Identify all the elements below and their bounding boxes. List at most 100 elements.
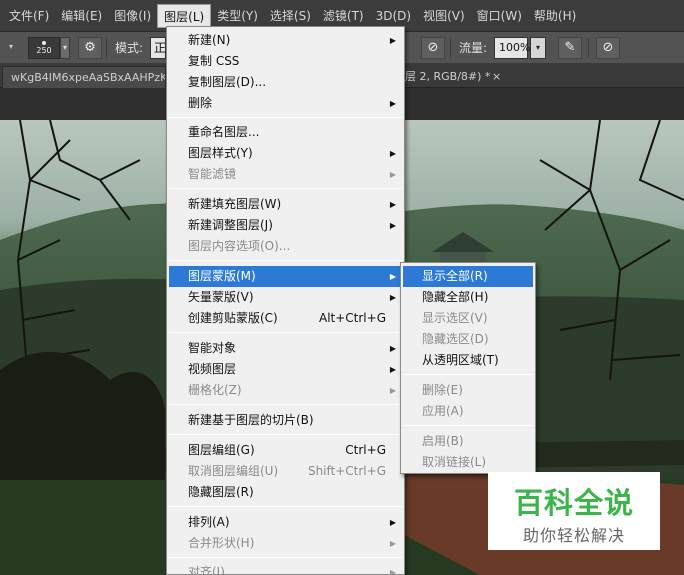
- menu-3d[interactable]: 3D(D): [370, 4, 417, 28]
- menu-separator: [403, 374, 533, 375]
- airbrush-icon[interactable]: ⊘: [421, 37, 445, 59]
- submenu-arrow-icon: ▶: [389, 200, 396, 209]
- menu-view[interactable]: 视图(V): [417, 4, 471, 28]
- tablet-pressure-icon[interactable]: ⊘: [596, 37, 620, 59]
- submenu-arrow-icon: ▶: [389, 149, 396, 158]
- submenu-arrow-icon: ▶: [389, 539, 396, 548]
- menu-item-label: 删除(E): [422, 383, 463, 397]
- menu-help[interactable]: 帮助(H): [528, 4, 582, 28]
- menu-item-label: 合并形状(H): [188, 536, 255, 550]
- menu-item-label: 智能对象: [188, 341, 237, 355]
- menu-item-label: 创建剪贴蒙版(C): [188, 311, 278, 325]
- brush-tip-icon: [42, 41, 46, 45]
- menu-item-delete[interactable]: 删除 ▶: [169, 93, 402, 114]
- menu-item-layer-style[interactable]: 图层样式(Y) ▶: [169, 143, 402, 164]
- menu-item-video-layer[interactable]: 视频图层 ▶: [169, 359, 402, 380]
- menu-separator: [169, 188, 402, 189]
- airbrush-mode-icon[interactable]: ✎: [558, 37, 582, 59]
- submenu-arrow-icon: ▶: [389, 36, 396, 45]
- menu-item-label: 显示选区(V): [422, 311, 488, 325]
- menu-item-label: 新建填充图层(W): [188, 197, 282, 211]
- menu-item-label: 图层样式(Y): [188, 146, 253, 160]
- menu-item-combine-shapes: 合并形状(H) ▶: [169, 533, 402, 554]
- menu-item-label: 新建基于图层的切片(B): [188, 413, 314, 427]
- mode-select[interactable]: 正: [150, 37, 166, 59]
- menu-item-align: 对齐(I) ▶: [169, 562, 402, 575]
- menu-item-label: 对齐(I): [188, 565, 225, 575]
- menu-item-from-transparency[interactable]: 从透明区域(T): [403, 350, 533, 371]
- watermark-logo: 百科全说 助你轻松解决: [488, 472, 660, 550]
- menu-item-rasterize: 栅格化(Z) ▶: [169, 380, 402, 401]
- menu-item-rename-layer[interactable]: 重命名图层...: [169, 122, 402, 143]
- options-separator: [106, 38, 107, 58]
- menu-item-label: 应用(A): [422, 404, 464, 418]
- menu-item-label: 图层蒙版(M): [188, 269, 256, 283]
- menu-select[interactable]: 选择(S): [264, 4, 317, 28]
- tool-preset-arrow[interactable]: ▾: [6, 37, 16, 59]
- menu-item-create-clipping-mask[interactable]: 创建剪贴蒙版(C) Alt+Ctrl+G: [169, 308, 402, 329]
- menu-item-shortcut: Shift+Ctrl+G: [307, 464, 386, 478]
- menu-item-unlink-mask: 取消链接(L): [403, 452, 533, 473]
- menu-file[interactable]: 文件(F): [3, 4, 55, 28]
- menu-item-shortcut: Ctrl+G: [345, 443, 386, 457]
- menu-item-label: 视频图层: [188, 362, 237, 376]
- menu-separator: [169, 117, 402, 118]
- menu-item-label: 复制图层(D)...: [188, 75, 267, 89]
- watermark-title: 百科全说: [513, 486, 634, 520]
- submenu-arrow-icon: ▶: [389, 386, 396, 395]
- menu-item-apply-mask: 应用(A): [403, 401, 533, 422]
- mode-label: 模式:: [115, 41, 144, 55]
- flow-input[interactable]: 100%: [494, 37, 530, 59]
- menu-item-layer-content-options: 图层内容选项(O)...: [169, 236, 402, 257]
- document-tab-2-title[interactable]: 层 2, RGB/8#) *: [405, 66, 490, 88]
- submenu-arrow-icon: ▶: [389, 221, 396, 230]
- menu-separator: [169, 557, 402, 558]
- close-tab-icon[interactable]: ×: [492, 66, 501, 88]
- menu-item-label: 隐藏选区(D): [422, 332, 489, 346]
- menu-item-label: 取消图层编组(U): [188, 464, 279, 478]
- menu-image[interactable]: 图像(I): [108, 4, 157, 28]
- submenu-arrow-icon: ▶: [389, 344, 396, 353]
- menu-item-smart-filter: 智能滤镜 ▶: [169, 164, 402, 185]
- options-separator: [450, 38, 451, 58]
- submenu-arrow-icon: ▶: [389, 518, 396, 527]
- menu-item-label: 重命名图层...: [188, 125, 260, 139]
- menu-item-shortcut: Alt+Ctrl+G: [318, 311, 386, 325]
- menu-item-label: 排列(A): [188, 515, 230, 529]
- menu-item-reveal-all[interactable]: 显示全部(R): [403, 266, 533, 287]
- brush-size-preview[interactable]: 250: [28, 37, 60, 59]
- flow-dropdown-arrow[interactable]: ▾: [530, 37, 546, 59]
- menu-item-new-fill-layer[interactable]: 新建填充图层(W) ▶: [169, 194, 402, 215]
- menu-item-label: 图层编组(G): [188, 443, 255, 457]
- brush-picker-arrow[interactable]: ▾: [60, 37, 70, 59]
- menu-separator: [169, 260, 402, 261]
- menu-item-label: 启用(B): [422, 434, 464, 448]
- menu-item-arrange[interactable]: 排列(A) ▶: [169, 512, 402, 533]
- layer-menu: 新建(N) ▶ 复制 CSS 复制图层(D)... 删除 ▶ 重命名图层... 图层…: [166, 26, 405, 575]
- menu-item-vector-mask[interactable]: 矢量蒙版(V) ▶: [169, 287, 402, 308]
- menu-separator: [169, 434, 402, 435]
- menu-layer[interactable]: 图层(L): [157, 3, 212, 28]
- menu-item-hide-layers[interactable]: 隐藏图层(R): [169, 482, 402, 503]
- menu-type[interactable]: 类型(Y): [211, 4, 264, 28]
- menu-edit[interactable]: 编辑(E): [55, 4, 108, 28]
- menu-item-hide-all[interactable]: 隐藏全部(H): [403, 287, 533, 308]
- menu-item-delete-mask: 删除(E): [403, 380, 533, 401]
- menu-separator: [169, 506, 402, 507]
- menu-item-group-layers[interactable]: 图层编组(G) Ctrl+G: [169, 440, 402, 461]
- menu-item-hide-selection: 隐藏选区(D): [403, 329, 533, 350]
- menu-item-new-layer-based-slice[interactable]: 新建基于图层的切片(B): [169, 410, 402, 431]
- menu-item-copy-css[interactable]: 复制 CSS: [169, 51, 402, 72]
- document-tab-1[interactable]: wKgB4IM6xpeAaSBxAAHPzK: [2, 66, 166, 88]
- menu-item-layer-mask[interactable]: 图层蒙版(M) ▶: [169, 266, 402, 287]
- submenu-arrow-icon: ▶: [389, 293, 396, 302]
- menu-item-label: 隐藏全部(H): [422, 290, 489, 304]
- menu-item-new-adjustment-layer[interactable]: 新建调整图层(J) ▶: [169, 215, 402, 236]
- menu-window[interactable]: 窗口(W): [471, 4, 528, 28]
- menu-item-duplicate-layer[interactable]: 复制图层(D)...: [169, 72, 402, 93]
- brush-panel-toggle-icon[interactable]: ⚙: [78, 37, 102, 59]
- menu-filter[interactable]: 滤镜(T): [317, 4, 370, 28]
- menu-item-label: 从透明区域(T): [422, 353, 499, 367]
- menu-item-smart-object[interactable]: 智能对象 ▶: [169, 338, 402, 359]
- menu-item-new[interactable]: 新建(N) ▶: [169, 30, 402, 51]
